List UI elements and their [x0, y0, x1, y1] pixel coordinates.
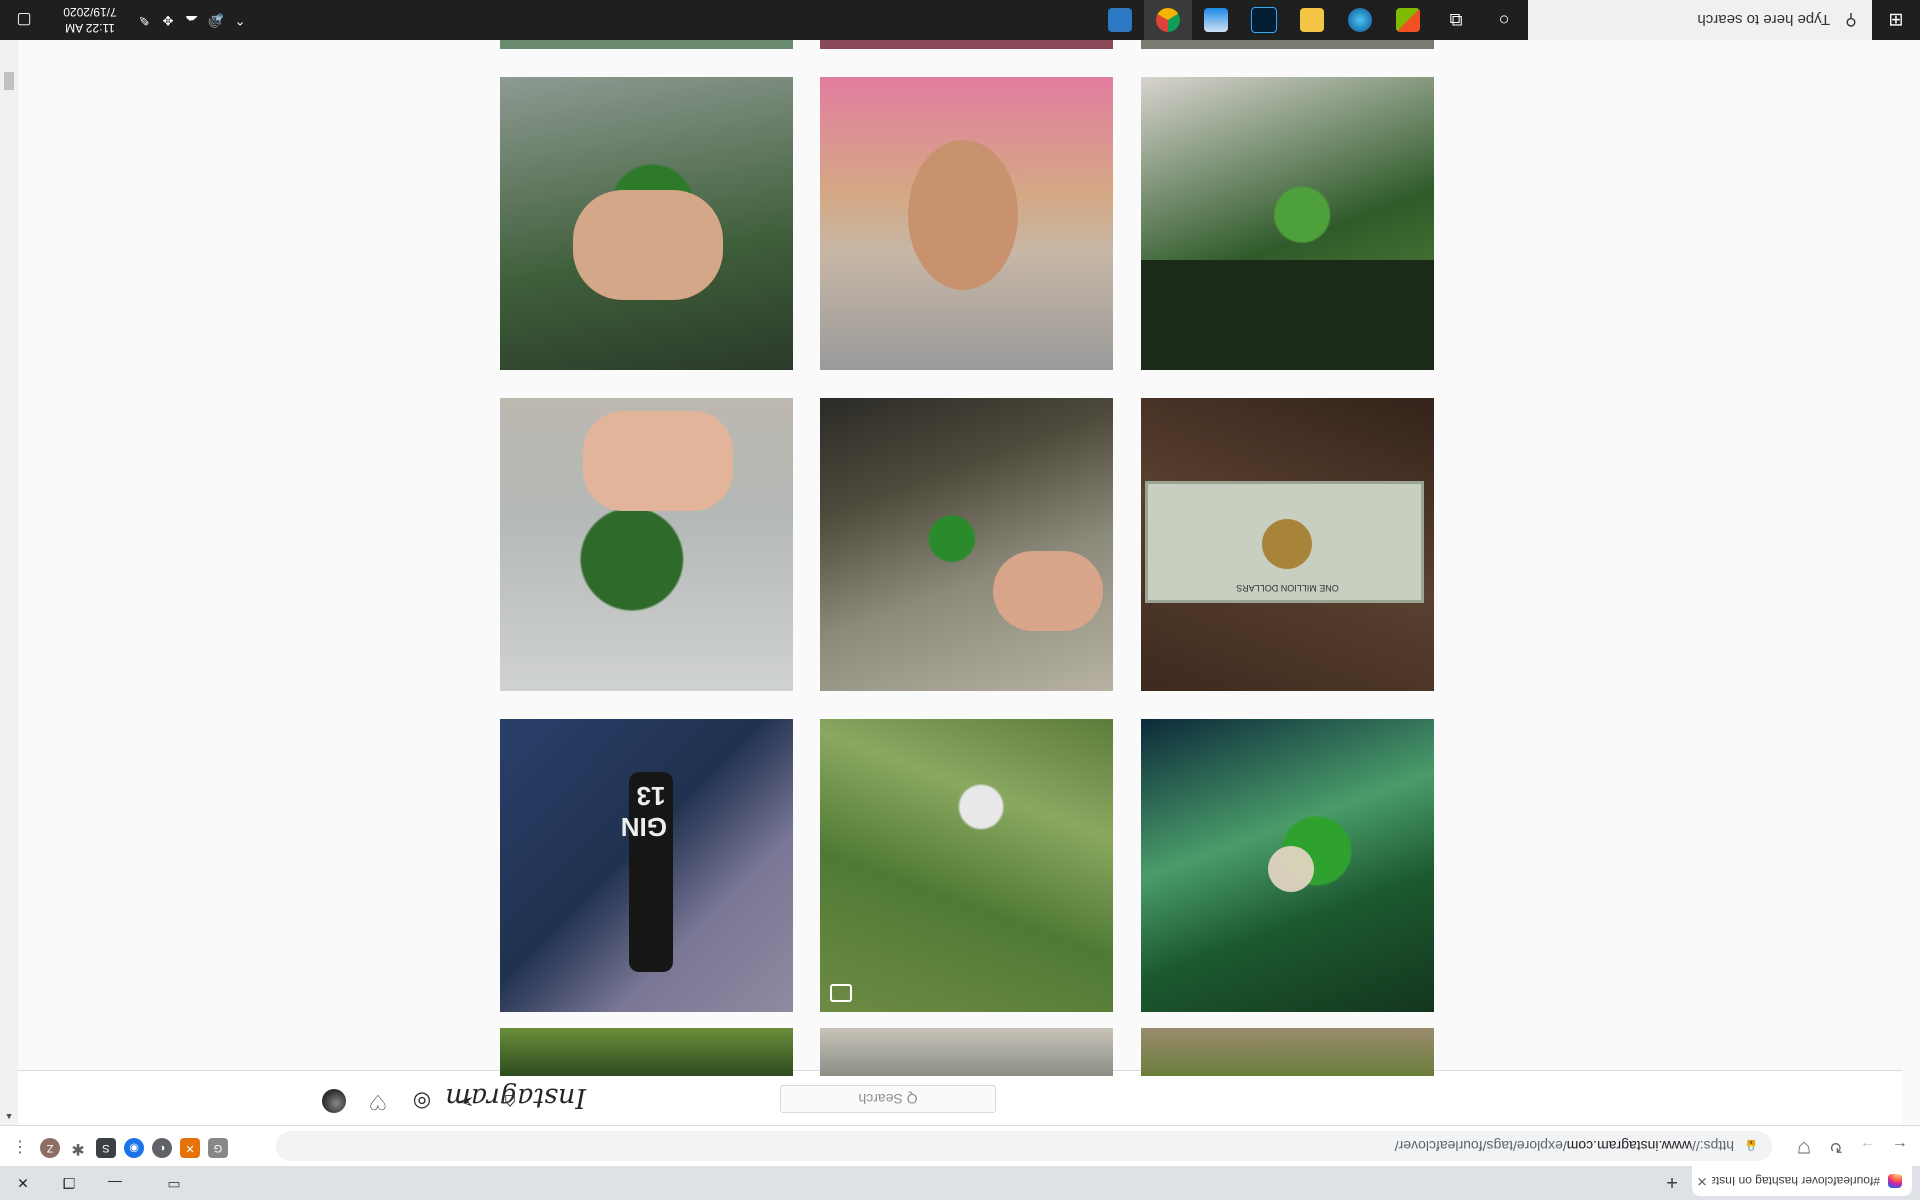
- new-tab-button[interactable]: +: [1660, 1169, 1684, 1193]
- clock[interactable]: 11:22 AM 7/19/2020: [48, 4, 132, 36]
- system-tray: ⌃ 🔊 ☁ ✥ ✎ 11:22 AM 7/19/2020 ▢: [0, 0, 252, 40]
- tab-close-icon[interactable]: ✕: [1692, 1173, 1712, 1189]
- post-tile[interactable]: [500, 398, 793, 691]
- address-bar[interactable]: 🔒 https:// www.instagram.com /explore/ta…: [276, 1131, 1772, 1161]
- explore-icon[interactable]: ◎: [410, 1089, 434, 1113]
- notification-icon[interactable]: ▢: [0, 10, 48, 30]
- browser-toolbar: ← → ↻ ⛉ 🔒 https:// www.instagram.com /ex…: [0, 1125, 1920, 1166]
- post-tile[interactable]: [1141, 1028, 1434, 1076]
- taskbar-search-box[interactable]: ⚲ Type here to search: [1528, 0, 1872, 40]
- post-tile[interactable]: [1141, 77, 1434, 370]
- extension-x-icon[interactable]: ✕: [180, 1138, 200, 1158]
- forward-arrow-icon[interactable]: →: [1856, 1134, 1880, 1158]
- windows-start-icon[interactable]: ⊞: [1872, 0, 1920, 40]
- close-window-button[interactable]: ✕: [0, 1166, 46, 1200]
- cortana-icon[interactable]: ○: [1480, 0, 1528, 40]
- windows-taskbar: ⊞ ⚲ Type here to search ○ ⧉ ⌃ 🔊 ☁ ✥ ✎ 11…: [0, 0, 1920, 40]
- scroll-thumb[interactable]: [4, 72, 14, 90]
- taskbar-search-placeholder: Type here to search: [1697, 11, 1830, 29]
- shield-icon[interactable]: ⛉: [1792, 1134, 1816, 1158]
- direct-icon[interactable]: ➢: [454, 1089, 478, 1113]
- post-tile[interactable]: [820, 77, 1113, 370]
- lock-icon: 🔒: [1744, 1139, 1758, 1152]
- gin-bottle-label: GIN 13: [620, 781, 667, 842]
- menu-kebab-icon[interactable]: ⋮: [8, 1134, 32, 1158]
- instagram-favicon-icon: [1888, 1174, 1902, 1188]
- extension-g-icon[interactable]: G: [208, 1138, 228, 1158]
- extensions-area: G ✕ ◐ ◉ S ✱ Z: [40, 1138, 228, 1158]
- extension-blue-icon[interactable]: ◉: [124, 1138, 144, 1158]
- post-tile[interactable]: ONE MILLION DOLLARS: [1141, 398, 1434, 691]
- post-tile[interactable]: [500, 40, 793, 49]
- post-tile[interactable]: [500, 77, 793, 370]
- clock-time: 11:22 AM: [65, 21, 115, 35]
- post-tile[interactable]: GIN 13: [500, 719, 793, 1012]
- post-tile[interactable]: [500, 1028, 793, 1076]
- restore-button[interactable]: ❐: [46, 1166, 92, 1200]
- search-icon: ⚲: [1845, 11, 1857, 28]
- instagram-header: Instagram Q Search ⌂ ➢ ◎ ♡: [0, 1070, 1902, 1125]
- volume-icon[interactable]: 🔊: [204, 12, 228, 28]
- profile-avatar-icon[interactable]: [322, 1089, 346, 1113]
- file-explorer-app-icon[interactable]: [1288, 0, 1336, 40]
- hand-graphic: [573, 190, 723, 300]
- clover-graphic: [1262, 519, 1312, 569]
- minimize-button[interactable]: —: [92, 1166, 138, 1200]
- tab-instagram[interactable]: #fourleafclover hashtag on Insta ✕: [1692, 1166, 1912, 1196]
- pen-icon[interactable]: ✎: [132, 12, 156, 28]
- home-icon[interactable]: ⌂: [498, 1089, 522, 1113]
- post-tile[interactable]: [820, 719, 1113, 1012]
- clock-date: 7/19/2020: [63, 5, 117, 19]
- extension-circle-icon[interactable]: ◐: [152, 1138, 172, 1158]
- cloud-icon[interactable]: ☁: [180, 12, 204, 28]
- url-host: www.instagram.com: [1566, 1138, 1692, 1154]
- chrome-app-icon[interactable]: [1144, 0, 1192, 40]
- pinned-apps: [1096, 0, 1432, 40]
- scroll-up-arrow-icon[interactable]: ▲: [4, 1111, 14, 1123]
- extensions-puzzle-icon[interactable]: ✱: [68, 1138, 88, 1158]
- post-tile[interactable]: [820, 398, 1113, 691]
- chevron-up-icon[interactable]: ⌃: [228, 12, 252, 28]
- reload-icon[interactable]: ↻: [1824, 1134, 1848, 1158]
- url-path: /explore/tags/fourleafclover/: [1394, 1138, 1567, 1154]
- tab-strip: #fourleafclover hashtag on Insta ✕ + ▭ —…: [0, 1166, 1920, 1200]
- store-app-icon[interactable]: [1384, 0, 1432, 40]
- face-graphic: [908, 140, 1018, 290]
- post-tile[interactable]: [1141, 40, 1434, 49]
- task-view-icon[interactable]: ⧉: [1432, 0, 1480, 40]
- mail-app-icon[interactable]: [1192, 0, 1240, 40]
- extension-s-icon[interactable]: S: [96, 1138, 116, 1158]
- back-arrow-icon[interactable]: ←: [1888, 1134, 1912, 1158]
- hand-graphic: [583, 411, 733, 511]
- leather-bag-graphic: [1141, 260, 1434, 370]
- hand-graphic: [993, 551, 1103, 631]
- header-nav: ⌂ ➢ ◎ ♡: [322, 1089, 522, 1113]
- search-input[interactable]: Q Search: [780, 1085, 996, 1113]
- bill-caption: ONE MILLION DOLLARS: [1236, 583, 1339, 593]
- edge-app-icon[interactable]: [1336, 0, 1384, 40]
- photoshop-app-icon[interactable]: [1240, 0, 1288, 40]
- profile-avatar[interactable]: Z: [40, 1138, 60, 1158]
- screen: #fourleafclover hashtag on Insta ✕ + ▭ —…: [0, 0, 1920, 1200]
- window-controls: — ❐ ✕: [0, 1166, 138, 1200]
- video-icon: [830, 984, 852, 1002]
- post-tile[interactable]: [820, 1028, 1113, 1076]
- url-protocol: https://: [1691, 1138, 1734, 1154]
- tab-title: #fourleafclover hashtag on Insta: [1712, 1174, 1880, 1188]
- dropbox-icon[interactable]: ✥: [156, 12, 180, 28]
- post-tile[interactable]: [1141, 719, 1434, 1012]
- tab-search-icon[interactable]: ▭: [160, 1172, 188, 1194]
- hand-graphic: [1268, 846, 1314, 892]
- settings-app-icon[interactable]: [1096, 0, 1144, 40]
- post-tile[interactable]: [820, 40, 1113, 49]
- vertical-scrollbar[interactable]: ▲ ▼: [0, 0, 18, 1125]
- heart-icon[interactable]: ♡: [366, 1089, 390, 1113]
